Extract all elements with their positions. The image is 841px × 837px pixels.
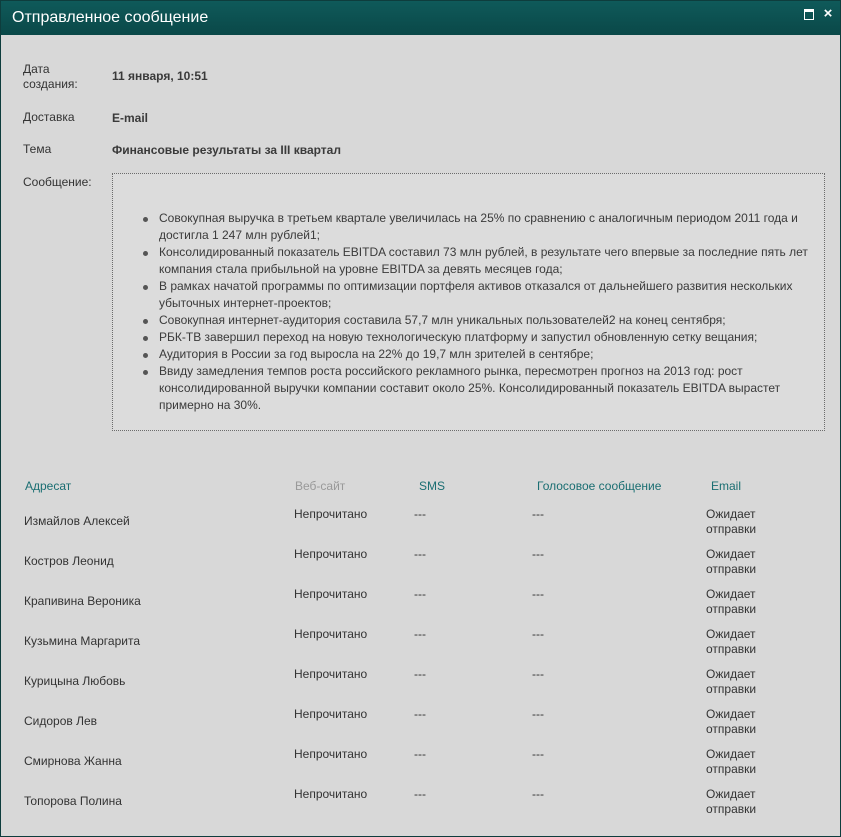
email-status: Ожидает отправки (706, 587, 757, 616)
website-status: Непрочитано (294, 507, 368, 521)
message-item: Ввиду замедления темпов роста российског… (143, 363, 813, 414)
message-label: Сообщение: (23, 175, 92, 189)
column-header-recipient[interactable]: Адресат (25, 479, 71, 493)
column-header-email[interactable]: Email (711, 479, 741, 493)
sent-message-window: Отправленное сообщение × Дата создания: … (0, 0, 841, 837)
recipient-name: Смирнова Жанна (24, 754, 122, 768)
sms-status: --- (414, 787, 426, 801)
column-header-sms[interactable]: SMS (419, 479, 445, 493)
recipient-name: Крапивина Вероника (24, 594, 141, 608)
recipient-name: Сидоров Лев (24, 714, 98, 728)
website-status: Непрочитано (294, 627, 368, 641)
created-label: Дата создания: (23, 62, 78, 91)
close-icon[interactable]: × (821, 6, 835, 21)
recipient-name: Костров Леонид (24, 554, 114, 568)
delivery-value: E-mail (112, 111, 149, 125)
delivery-label: Доставка (23, 110, 75, 124)
email-status: Ожидает отправки (706, 547, 757, 576)
email-status: Ожидает отправки (706, 787, 757, 816)
website-status: Непрочитано (294, 707, 368, 721)
website-status: Непрочитано (294, 587, 368, 601)
website-status: Непрочитано (294, 747, 368, 761)
voice-status: --- (532, 547, 544, 561)
email-status: Ожидает отправки (706, 627, 757, 656)
table-row: Костров Леонид Непрочитано --- --- Ожидает о… (1, 547, 840, 587)
maximize-icon[interactable] (802, 7, 816, 21)
recipient-name: Измайлов Алексей (24, 514, 130, 528)
sms-status: --- (414, 587, 426, 601)
sms-status: --- (414, 747, 426, 761)
subject-value: Финансовые результаты за III квартал (112, 143, 341, 157)
email-status: Ожидает отправки (706, 507, 757, 536)
recipient-name: Курицына Любовь (24, 674, 126, 688)
created-value: 11 января, 10:51 (112, 69, 208, 83)
table-row: Кузьмина Маргарита Непрочитано --- --- Ожида… (1, 627, 840, 667)
sms-status: --- (414, 547, 426, 561)
sms-status: --- (414, 507, 426, 521)
voice-status: --- (532, 747, 544, 761)
recipient-name: Топорова Полина (24, 794, 122, 808)
message-item: Аудитория в России за год выросла на 22%… (143, 346, 813, 363)
message-item: РБК-ТВ завершил переход на новую техноло… (143, 329, 813, 346)
subject-label: Тема (23, 142, 52, 156)
recipient-name: Кузьмина Маргарита (24, 634, 141, 648)
table-row: Крапивина Вероника Непрочитано --- --- Ожида… (1, 587, 840, 627)
voice-status: --- (532, 507, 544, 521)
column-header-voice[interactable]: Голосовое сообщение (537, 479, 661, 493)
voice-status: --- (532, 627, 544, 641)
website-status: Непрочитано (294, 547, 368, 561)
voice-status: --- (532, 667, 544, 681)
email-status: Ожидает отправки (706, 747, 757, 776)
window-content: Дата создания: 11 января, 10:51 Доставка… (1, 35, 840, 836)
message-item: Совокупная выручка в третьем квартале ув… (143, 210, 813, 244)
voice-status: --- (532, 587, 544, 601)
column-header-website: Веб-сайт (295, 479, 346, 493)
message-item: Консолидированный показатель EBITDA сост… (143, 244, 813, 278)
website-status: Непрочитано (294, 667, 368, 681)
message-body: Совокупная выручка в третьем квартале ув… (112, 173, 825, 431)
table-row: Сидоров Лев Непрочитано --- --- Ожидает отпр… (1, 707, 840, 747)
voice-status: --- (532, 787, 544, 801)
email-status: Ожидает отправки (706, 667, 757, 696)
sms-status: --- (414, 627, 426, 641)
window-titlebar[interactable]: Отправленное сообщение × (1, 1, 840, 35)
sms-status: --- (414, 667, 426, 681)
table-row: Смирнова Жанна Непрочитано --- --- Ожидает о… (1, 747, 840, 787)
voice-status: --- (532, 707, 544, 721)
website-status: Непрочитано (294, 787, 368, 801)
email-status: Ожидает отправки (706, 707, 757, 736)
table-row: Курицына Любовь Непрочитано --- --- Ожидает … (1, 667, 840, 707)
table-row: Топорова Полина Непрочитано --- --- Ожидает … (1, 787, 840, 827)
message-item: Совокупная интернет-аудитория составила … (143, 312, 813, 329)
message-item: В рамках начатой программы по оптимизаци… (143, 278, 813, 312)
table-row: Измайлов Алексей Непрочитано --- --- Ожидает… (1, 507, 840, 547)
message-list: Совокупная выручка в третьем квартале ув… (143, 210, 813, 414)
sms-status: --- (414, 707, 426, 721)
window-title: Отправленное сообщение (12, 9, 209, 26)
